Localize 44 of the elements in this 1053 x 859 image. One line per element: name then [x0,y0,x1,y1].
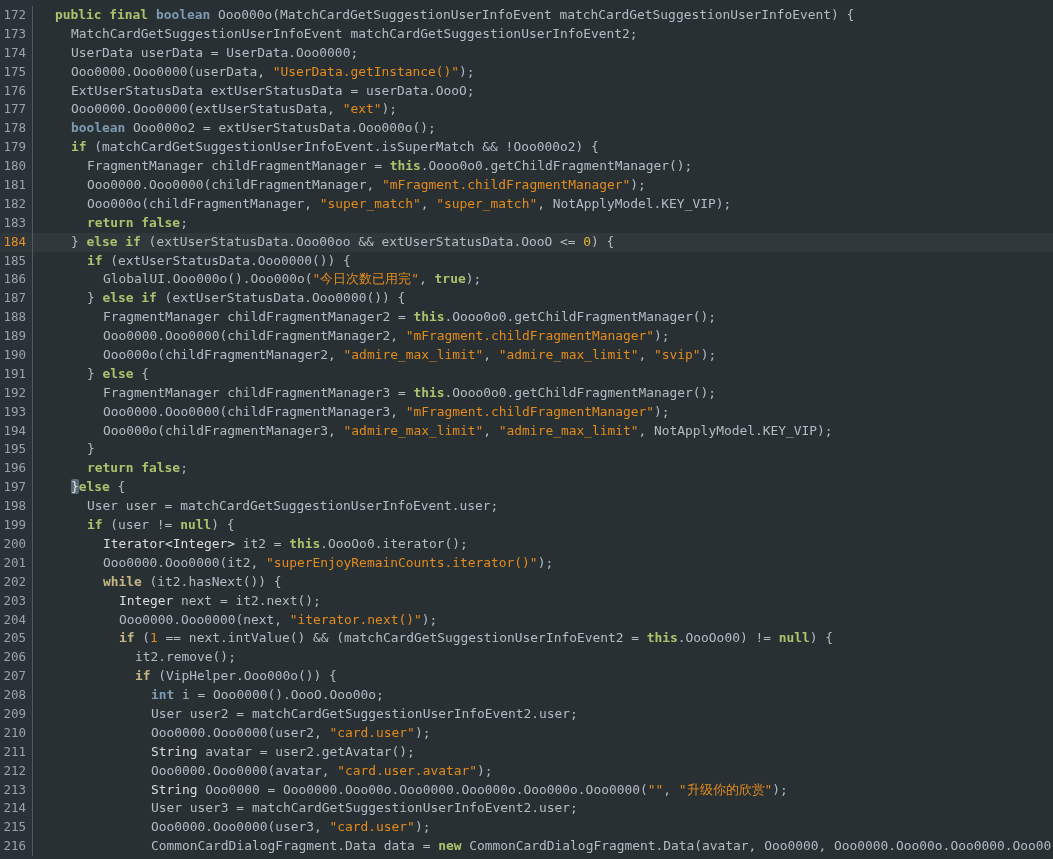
code-line: Ooo0000.Ooo0000(userData, "UserData.getInstance()"); [70,62,476,81]
code-line: boolean Ooo000o2 = extUserStatusData.Ooo000o(); [70,119,437,138]
code-line: return false; [86,213,189,232]
code-line: } [86,440,96,459]
code-line: }else { [70,478,127,497]
code-line: FragmentManager childFragmentManager2 = this.Oooo0o0.getChildFragmentManager(); [102,308,718,327]
code-line: while (it2.hasNext()) { [102,572,283,591]
code-line: User user2 = matchCardGetSuggestionUserInfoEvent2.user; [150,704,579,723]
code-line: User user = matchCardGetSuggestionUserInfoEvent.user; [86,497,500,516]
code-line: Ooo0000.Ooo0000(childFragmentManager, "mFragment.childFragmentManager"); [86,176,647,194]
code-line: if (1 == next.intValue() && (matchCardGetSuggestionUserInfoEvent2 = this.OooOo00) != null) { [118,629,835,648]
code-line: Iterator<Integer> it2 = this.OooOo0.iterator(); [102,534,469,553]
code-line: CommonCardDialogFragment.Data data = new CommonCardDialogFragment.Data(avatar, Ooo0000, Ooo0000.Ooo00o.Ooo0000.Ooo00 [150,837,1053,856]
code-line: Ooo0000.Ooo0000(it2, "superEnjoyRemainCounts.iterator()"); [102,553,555,572]
code-line: String Ooo0000 = Ooo0000.Ooo00o.Ooo0000.Ooo000o.Ooo000o.Ooo0000("", "升级你的欣赏"); [150,780,789,799]
code-line: Integer next = it2.next(); [118,591,322,610]
code-line: User user3 = matchCardGetSuggestionUserInfoEvent2.user; [150,799,579,818]
code-line: public final boolean Ooo000o(MatchCardGetSuggestionUserInfoEvent matchCardGetSuggestionUserInfoEvent) { [54,6,856,24]
code-line: Ooo000o(childFragmentManager2, "admire_max_limit", "admire_max_limit", "svip"); [102,346,718,365]
code-line: ExtUserStatusData extUserStatusData = userData.OooO; [70,81,476,100]
code-line: Ooo0000.Ooo0000(avatar, "card.user.avatar"); [150,761,494,780]
code-line: Ooo0000.Ooo0000(childFragmentManager2, "mFragment.childFragmentManager"); [102,327,671,346]
code-line: String avatar = user2.getAvatar(); [150,742,416,761]
code-line: if (matchCardGetSuggestionUserInfoEvent.isSuperMatch && !Ooo000o2) { [70,138,600,157]
code-line: Ooo0000.Ooo0000(user2, "card.user"); [150,723,432,742]
code-line: Ooo0000.Ooo0000(childFragmentManager3, "mFragment.childFragmentManager"); [102,402,671,421]
code-line: if (extUserStatusData.Ooo0000()) { [86,251,352,270]
code-line: FragmentManager childFragmentManager3 = this.Oooo0o0.getChildFragmentManager(); [102,383,718,402]
code-line: } else { [86,364,151,383]
code-line: MatchCardGetSuggestionUserInfoEvent matchCardGetSuggestionUserInfoEvent2; [70,24,639,43]
code-line: } else if (extUserStatusData.Ooo0000()) { [86,289,407,308]
code-line: it2.remove(); [134,648,237,667]
code-line: FragmentManager childFragmentManager = this.Oooo0o0.getChildFragmentManager(); [86,157,694,176]
code-line: Ooo0000.Ooo0000(user3, "card.user"); [150,818,432,837]
code-line: int i = Ooo0000().OooO.Ooo00o; [150,686,385,705]
code-line: Ooo000o(childFragmentManager3, "admire_max_limit", "admire_max_limit", NotApplyModel.KEY_VIP); [102,421,834,440]
code-line: if (user != null) { [86,516,236,535]
code-line: Ooo000o(childFragmentManager, "super_match", "super_match", NotApplyModel.KEY_VIP); [86,194,733,213]
code-line: if (VipHelper.Ooo000o()) { [134,667,338,686]
code-line: return false; [86,459,189,478]
code-line: Ooo0000.Ooo0000(next, "iterator.next()"); [118,610,439,629]
code-line: UserData userData = UserData.Ooo0000; [70,43,360,62]
code-line: GlobalUI.Ooo000o().Ooo000o("今日次数已用完", true); [102,270,483,289]
code-line: Ooo0000.Ooo0000(extUserStatusData, "ext"); [70,100,398,119]
